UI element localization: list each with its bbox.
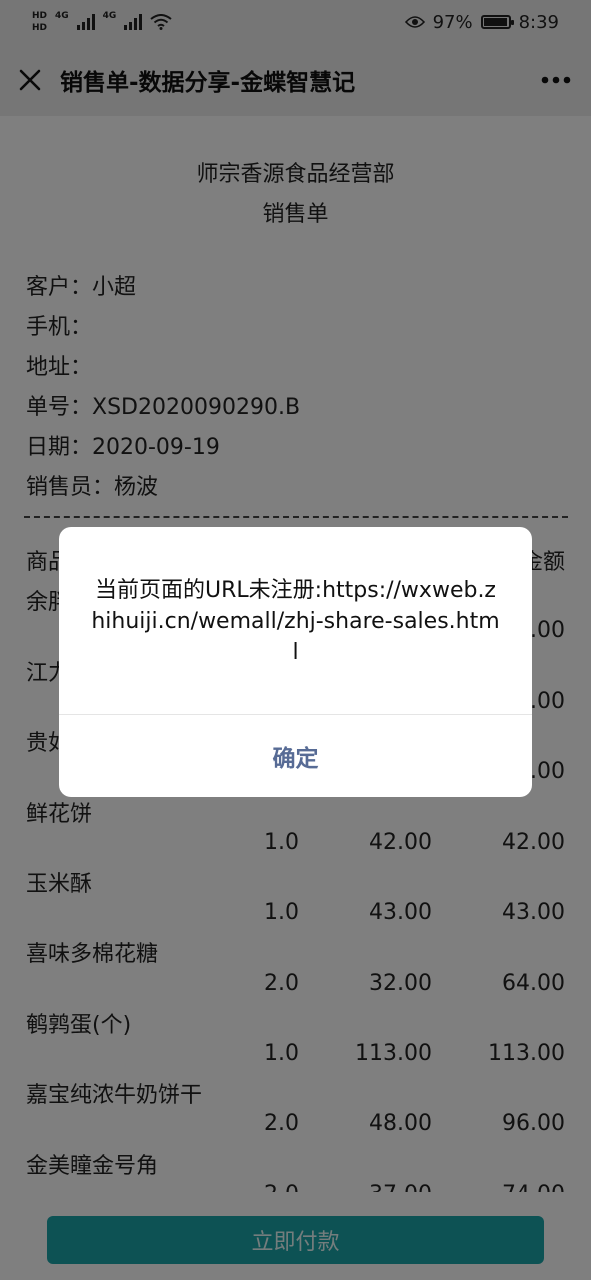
alert-dialog: 当前页面的URL未注册:https://wxweb.zhihuiji.cn/we… — [59, 527, 532, 797]
dialog-confirm-button[interactable]: 确定 — [59, 715, 532, 797]
dialog-message: 当前页面的URL未注册:https://wxweb.zhihuiji.cn/we… — [91, 578, 500, 665]
